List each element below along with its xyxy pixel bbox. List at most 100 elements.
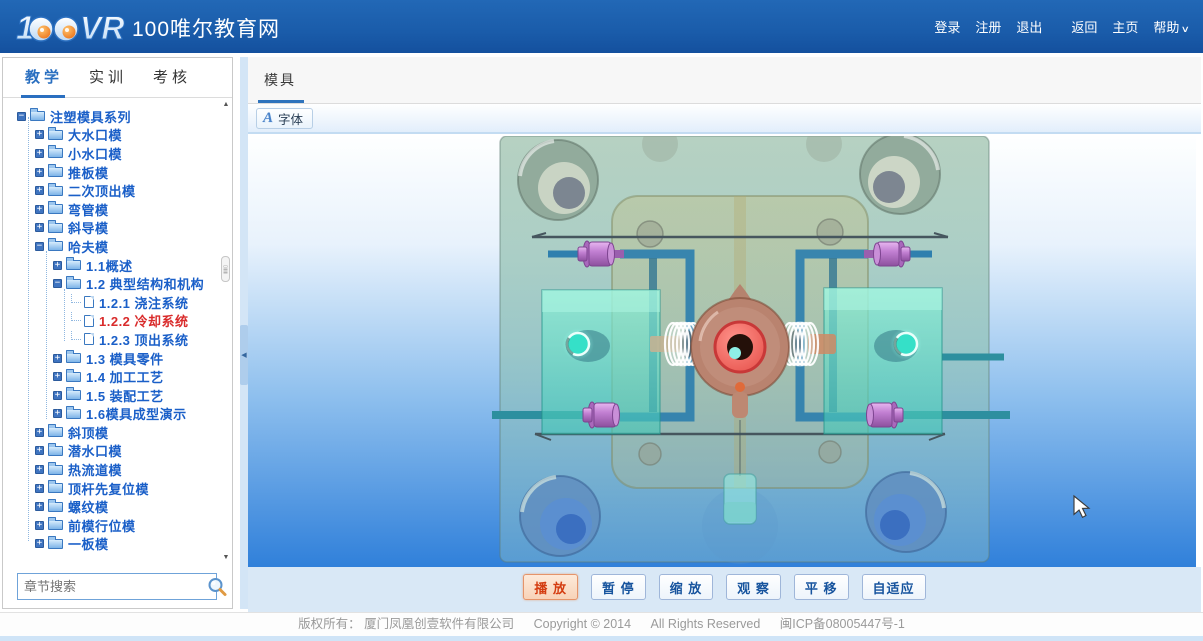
splitter-handle[interactable]: ◀ <box>240 325 248 385</box>
tree-item[interactable]: + 斜顶模 <box>3 423 232 442</box>
tree-item[interactable]: + 弯管模 <box>3 200 232 219</box>
control-button-0[interactable]: 播 放 <box>523 574 578 600</box>
tree-toggle-plus[interactable]: + <box>35 465 44 474</box>
tree-item[interactable]: 1.2.3 顶出系统 <box>3 330 232 349</box>
nav-link-3[interactable]: 返回 <box>1071 17 1097 36</box>
tree-item-label[interactable]: 斜导模 <box>68 218 109 237</box>
tree-item[interactable]: − 注塑模具系列 <box>3 107 232 126</box>
tree-item-label[interactable]: 斜顶模 <box>68 423 109 442</box>
tree-item-label[interactable]: 潜水口模 <box>68 441 122 460</box>
tree-item[interactable]: 1.2.1 浇注系统 <box>3 293 232 312</box>
tree-toggle-plus[interactable]: + <box>35 446 44 455</box>
tree-toggle-plus[interactable]: + <box>35 484 44 493</box>
control-button-2[interactable]: 缩 放 <box>659 574 714 600</box>
tree-item[interactable]: + 大水口模 <box>3 126 232 145</box>
tree-toggle-plus[interactable]: + <box>35 428 44 437</box>
folder-icon <box>48 204 63 214</box>
tree-toggle-minus[interactable]: − <box>53 279 62 288</box>
tree-item-label[interactable]: 顶杆先复位模 <box>68 479 149 498</box>
tree-item[interactable]: +1.6模具成型演示 <box>3 405 232 424</box>
tree-item-label[interactable]: 大水口模 <box>68 125 122 144</box>
tree-toggle-plus[interactable]: + <box>35 149 44 158</box>
collapse-left-icon: ◀ <box>241 351 246 359</box>
tree-item[interactable]: + 推板模 <box>3 163 232 182</box>
tree-item[interactable]: − 哈夫模 <box>3 237 232 256</box>
tree-item[interactable]: + 顶杆先复位模 <box>3 479 232 498</box>
tree-item[interactable]: + 热流道模 <box>3 460 232 479</box>
folder-icon <box>66 390 81 400</box>
tree-toggle-minus[interactable]: − <box>17 112 26 121</box>
tree-rows: −注塑模具系列+大水口模+小水口模+推板模+二次顶出模+弯管模+斜导模−哈夫模+… <box>3 107 232 553</box>
tree-item-label[interactable]: 二次顶出模 <box>68 181 136 200</box>
tree-toggle-plus[interactable]: + <box>53 372 62 381</box>
tree-item-label[interactable]: 一板模 <box>68 534 109 553</box>
scroll-down-icon[interactable]: ▼ <box>222 554 230 562</box>
control-button-4[interactable]: 平 移 <box>794 574 849 600</box>
nav-link-1[interactable]: 注册 <box>975 17 1001 36</box>
nav-link-2[interactable]: 退出 <box>1016 17 1042 36</box>
course-tree: −注塑模具系列+大水口模+小水口模+推板模+二次顶出模+弯管模+斜导模−哈夫模+… <box>3 99 232 564</box>
tree-item-label[interactable]: 推板模 <box>68 163 109 182</box>
tree-toggle-plus[interactable]: + <box>35 205 44 214</box>
tree-item[interactable]: + 小水口模 <box>3 144 232 163</box>
control-button-1[interactable]: 暂 停 <box>591 574 646 600</box>
tree-toggle-plus[interactable]: + <box>35 186 44 195</box>
sidebar-tab-1[interactable]: 实训 <box>89 66 127 89</box>
tree-toggle-plus[interactable]: + <box>35 502 44 511</box>
folder-icon <box>66 372 81 382</box>
tree-item[interactable]: 1.2.2 冷却系统 <box>3 312 232 331</box>
tab-mold[interactable]: 模具 <box>264 70 296 90</box>
nav-link-5[interactable]: 帮助∨ <box>1153 17 1189 36</box>
site-logo[interactable]: 1 VR <box>14 8 126 46</box>
tree-item[interactable]: +1.5 装配工艺 <box>3 386 232 405</box>
tree-toggle-plus[interactable]: + <box>35 168 44 177</box>
tree-item[interactable]: + 一板模 <box>3 535 232 554</box>
tree-item-label[interactable]: 弯管模 <box>68 200 109 219</box>
tree-item-label[interactable]: 1.2.3 顶出系统 <box>99 330 189 349</box>
tree-item-label[interactable]: 1.6模具成型演示 <box>86 404 187 423</box>
tree-toggle-plus[interactable]: + <box>35 130 44 139</box>
tree-item-label[interactable]: 前模行位模 <box>68 516 136 535</box>
tree-toggle-plus[interactable]: + <box>35 223 44 232</box>
control-button-5[interactable]: 自适应 <box>862 574 926 600</box>
font-button[interactable]: A 字体 <box>256 108 313 129</box>
tree-item[interactable]: + 斜导模 <box>3 219 232 238</box>
tree-toggle-plus[interactable]: + <box>53 409 62 418</box>
tree-item-label[interactable]: 哈夫模 <box>68 237 109 256</box>
tree-item-label[interactable]: 螺纹模 <box>68 497 109 516</box>
nav-link-4[interactable]: 主页 <box>1112 17 1138 36</box>
tree-item-label[interactable]: 注塑模具系列 <box>50 107 131 126</box>
tree-item-label[interactable]: 1.4 加工工艺 <box>86 367 164 386</box>
panel-splitter[interactable]: ◀ <box>240 57 248 609</box>
tree-item[interactable]: +1.1概述 <box>3 256 232 275</box>
tree-item-label[interactable]: 1.2.1 浇注系统 <box>99 293 189 312</box>
control-button-3[interactable]: 观 察 <box>726 574 781 600</box>
viewer-3d-canvas[interactable] <box>248 136 1196 567</box>
search-icon[interactable] <box>206 576 228 598</box>
tree-item-label[interactable]: 1.5 装配工艺 <box>86 386 164 405</box>
tree-item[interactable]: − 1.2 典型结构和机构 <box>3 274 232 293</box>
tree-item[interactable]: +1.4 加工工艺 <box>3 367 232 386</box>
tree-toggle-plus[interactable]: + <box>53 391 62 400</box>
tree-item-label[interactable]: 热流道模 <box>68 460 122 479</box>
tree-item[interactable]: + 潜水口模 <box>3 442 232 461</box>
folder-icon <box>48 223 63 233</box>
tree-item-label[interactable]: 1.3 模具零件 <box>86 349 164 368</box>
tree-toggle-plus[interactable]: + <box>35 539 44 548</box>
tree-toggle-minus[interactable]: − <box>35 242 44 251</box>
sidebar-tab-0[interactable]: 教学 <box>25 66 63 89</box>
tree-item-label[interactable]: 1.1概述 <box>86 256 133 275</box>
tree-item-label[interactable]: 小水口模 <box>68 144 122 163</box>
tree-item[interactable]: +1.3 模具零件 <box>3 349 232 368</box>
tree-item[interactable]: + 螺纹模 <box>3 497 232 516</box>
tree-item[interactable]: + 前模行位模 <box>3 516 232 535</box>
tree-toggle-plus[interactable]: + <box>53 354 62 363</box>
tree-item-label[interactable]: 1.2.2 冷却系统 <box>99 311 189 330</box>
search-input[interactable] <box>18 579 206 594</box>
tree-item[interactable]: + 二次顶出模 <box>3 181 232 200</box>
sidebar-tab-2[interactable]: 考核 <box>153 66 191 89</box>
tree-item-label[interactable]: 1.2 典型结构和机构 <box>86 274 204 293</box>
tree-toggle-plus[interactable]: + <box>35 521 44 530</box>
nav-link-0[interactable]: 登录 <box>934 17 960 36</box>
tree-toggle-plus[interactable]: + <box>53 261 62 270</box>
